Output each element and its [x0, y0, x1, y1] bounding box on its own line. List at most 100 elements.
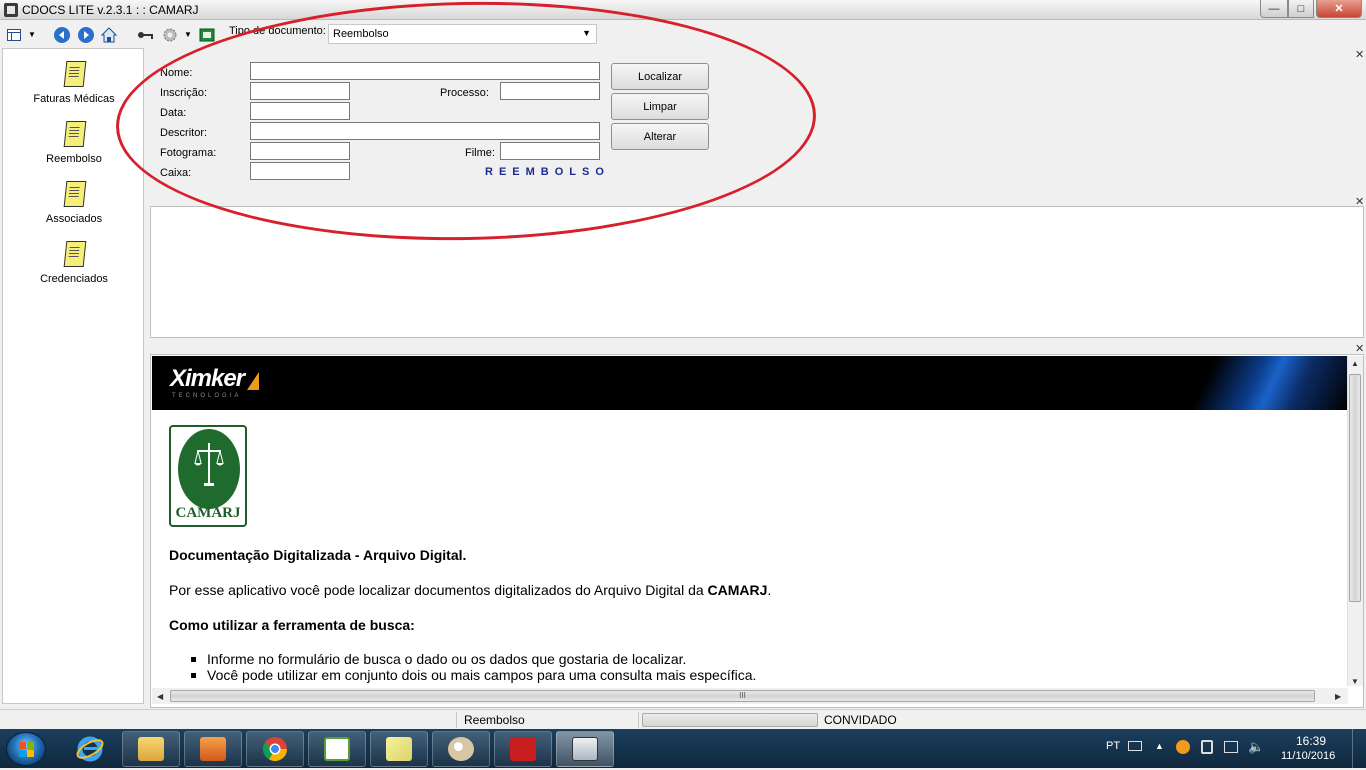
key-icon[interactable] — [137, 27, 153, 43]
title-bar — [0, 0, 1366, 20]
localizar-button[interactable]: Localizar — [611, 63, 709, 90]
intro-paragraph: Por esse aplicativo você pode localizar … — [169, 582, 771, 598]
usb-device-icon[interactable] — [1201, 740, 1213, 754]
sidebar-item-faturas-medicas[interactable]: Faturas Médicas — [3, 59, 145, 105]
scroll-down-icon[interactable]: ▼ — [1351, 677, 1359, 686]
document-scroll-icon — [63, 239, 85, 267]
info-browser-panel: Ximker TECNOLOGIA CAMARJ Documentação Di… — [150, 354, 1364, 708]
status-separator — [456, 712, 457, 728]
sidebar-item-reembolso[interactable]: Reembolso — [3, 119, 145, 165]
ximker-tagline: TECNOLOGIA — [172, 393, 242, 399]
intro-text: Por esse aplicativo você pode localizar … — [169, 582, 708, 598]
limpar-button[interactable]: Limpar — [611, 93, 709, 120]
scroll-left-icon[interactable]: ◀ — [157, 692, 163, 701]
chevron-down-icon: ▼ — [582, 28, 591, 38]
nome-input[interactable] — [250, 62, 600, 80]
gear-icon[interactable] — [162, 27, 178, 43]
caixa-input[interactable] — [250, 162, 350, 180]
filme-input[interactable] — [500, 142, 600, 160]
header-decoration — [1178, 356, 1348, 410]
doc-type-value: Reembolso — [333, 28, 389, 40]
minimize-button[interactable]: — — [1260, 0, 1288, 18]
toolbar: ▼ ▼ — [0, 22, 1366, 46]
language-indicator[interactable]: PT — [1106, 740, 1120, 752]
howto-heading: Como utilizar a ferramenta de busca: — [169, 617, 415, 633]
fotograma-input[interactable] — [250, 142, 350, 160]
alterar-button[interactable]: Alterar — [611, 123, 709, 150]
data-input[interactable] — [250, 102, 350, 120]
processo-label: Processo: — [440, 87, 489, 99]
media-player-icon — [200, 737, 226, 761]
taskbar-cdocs[interactable] — [556, 731, 614, 767]
doc-type-label: Tipo de documento: — [229, 25, 326, 37]
vertical-scroll-thumb[interactable] — [1349, 374, 1361, 602]
tray-expand-icon[interactable]: ▲ — [1155, 741, 1164, 751]
close-icon[interactable]: ✕ — [1355, 48, 1364, 61]
fotograma-label: Fotograma: — [160, 147, 217, 159]
network-icon[interactable] — [1224, 741, 1238, 753]
cdocs-app-icon — [572, 737, 598, 761]
bullet-icon — [191, 673, 196, 678]
maximize-button[interactable]: □ — [1288, 0, 1314, 18]
paint-palette-icon — [448, 737, 474, 761]
taskbar-media-player[interactable] — [184, 731, 242, 767]
status-bar: Reembolso CONVIDADO — [0, 709, 1366, 729]
taskbar-file-manager[interactable] — [122, 731, 180, 767]
panel-toggle-icon[interactable] — [6, 27, 22, 43]
window-title: CDOCS LITE v.2.3.1 : : CAMARJ — [22, 3, 199, 17]
scroll-up-icon[interactable]: ▲ — [1351, 359, 1359, 368]
acrobat-icon — [510, 737, 536, 761]
intro-suffix: . — [767, 582, 772, 598]
chevron-down-icon[interactable]: ▼ — [28, 30, 36, 39]
document-scroll-icon — [63, 119, 85, 147]
volume-icon[interactable]: 🔈 — [1248, 739, 1264, 755]
bullet-icon — [191, 657, 196, 662]
sidebar-item-credenciados[interactable]: Credenciados — [3, 239, 145, 285]
sticky-notes-icon — [386, 737, 412, 761]
horizontal-scroll-thumb[interactable]: III — [170, 690, 1315, 702]
descritor-label: Descritor: — [160, 127, 208, 139]
clock-time[interactable]: 16:39 — [1296, 734, 1326, 748]
caixa-label: Caixa: — [160, 167, 192, 179]
internet-explorer-icon[interactable] — [70, 731, 110, 767]
keyboard-icon[interactable] — [1128, 741, 1142, 751]
status-progress-bar — [642, 713, 818, 727]
status-document-type: Reembolso — [464, 713, 525, 727]
taskbar-acrobat[interactable] — [494, 731, 552, 767]
gear-chevron-icon[interactable]: ▼ — [184, 30, 192, 39]
notepad-icon — [324, 737, 350, 761]
taskbar-notepad-plus[interactable] — [308, 731, 366, 767]
scroll-right-icon[interactable]: ▶ — [1335, 692, 1341, 701]
camarj-logo: CAMARJ — [169, 425, 247, 527]
taskbar-paint[interactable] — [432, 731, 490, 767]
clock-date[interactable]: 11/10/2016 — [1281, 750, 1335, 762]
sidebar-item-label: Faturas Médicas — [33, 93, 115, 105]
taskbar-chrome[interactable] — [246, 731, 304, 767]
taskbar-sticky-notes[interactable] — [370, 731, 428, 767]
sidebar-item-associados[interactable]: Associados — [3, 179, 145, 225]
close-button[interactable]: ✕ — [1316, 0, 1362, 18]
inscricao-input[interactable] — [250, 82, 350, 100]
home-icon[interactable] — [101, 27, 117, 43]
status-separator — [638, 712, 639, 728]
document-type-banner: REEMBOLSO — [485, 166, 610, 178]
forward-icon[interactable] — [78, 27, 94, 43]
chrome-icon — [262, 737, 287, 762]
data-label: Data: — [160, 107, 187, 119]
document-scroll-icon — [63, 179, 85, 207]
start-button[interactable] — [6, 732, 46, 766]
show-desktop-button[interactable] — [1352, 729, 1366, 768]
processo-input[interactable] — [500, 82, 600, 100]
results-area[interactable] — [150, 206, 1364, 338]
status-user: CONVIDADO — [824, 713, 897, 727]
list-item: Informe no formulário de busca o dado ou… — [207, 651, 687, 667]
doc-type-select[interactable]: Reembolso ▼ — [328, 24, 597, 44]
back-icon[interactable] — [54, 27, 70, 43]
folder-icon — [138, 737, 164, 761]
descritor-input[interactable] — [250, 122, 600, 140]
exit-icon[interactable] — [199, 27, 215, 43]
tray-app-icon[interactable] — [1176, 740, 1190, 754]
ximker-logo-accent — [247, 372, 259, 390]
intro-org-name: CAMARJ — [707, 582, 768, 598]
ximker-header: Ximker TECNOLOGIA — [152, 356, 1348, 410]
